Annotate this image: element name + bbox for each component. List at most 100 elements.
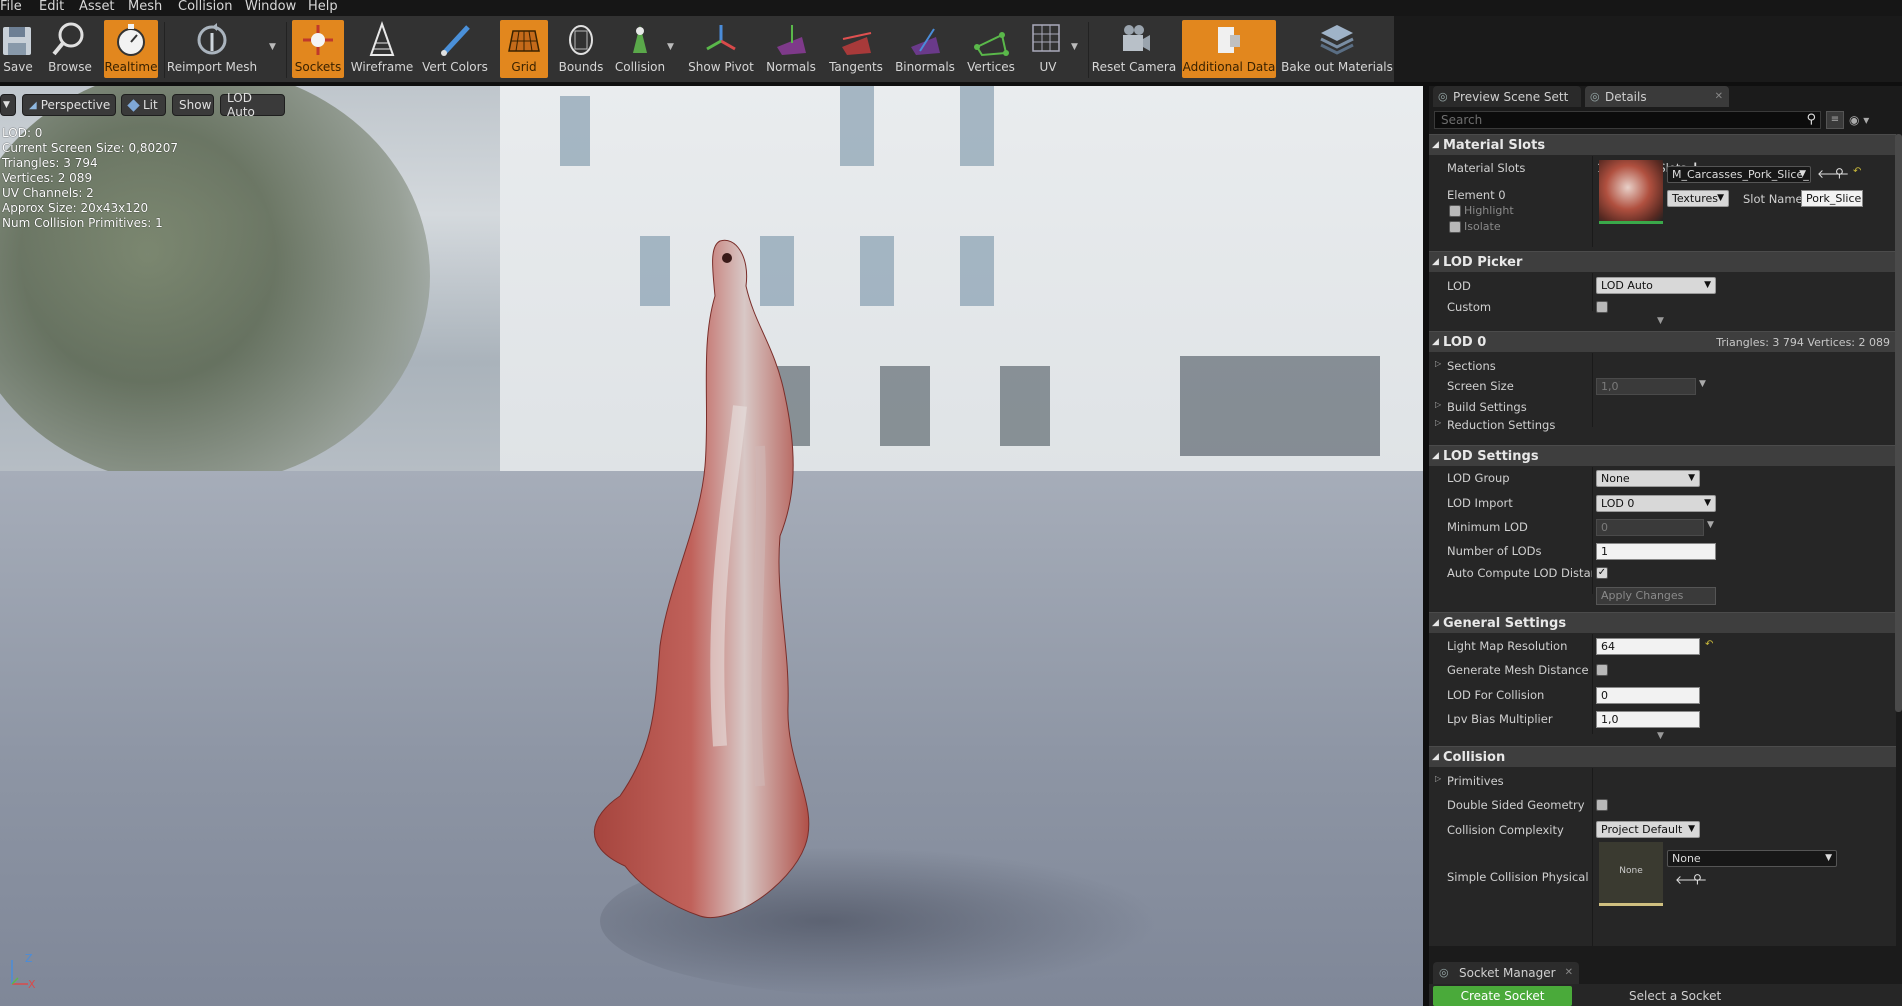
custom-checkbox[interactable] — [1596, 301, 1608, 313]
reset-to-default-icon[interactable]: ↶ — [1705, 639, 1713, 650]
menu-window[interactable]: Window — [245, 0, 296, 14]
vertices-button[interactable]: Vertices — [964, 20, 1018, 78]
lod-combo[interactable]: LOD Auto ▼ — [1596, 277, 1716, 294]
viewport-stats: LOD: 0 Current Screen Size: 0,80207 Tria… — [2, 126, 178, 231]
category-collision[interactable]: ◢ Collision — [1429, 746, 1896, 767]
search-icon — [52, 22, 84, 56]
generate-mesh-distance-field-checkbox[interactable] — [1596, 664, 1608, 676]
tab-preview-scene-settings[interactable]: ◎ Preview Scene Sett — [1433, 86, 1581, 107]
isolate-checkbox[interactable] — [1449, 221, 1461, 233]
reimport-mesh-button[interactable]: Reimport Mesh — [167, 20, 257, 78]
tab-details[interactable]: ◎ Details ✕ — [1585, 86, 1729, 107]
expand-reduction-settings-icon[interactable]: ▷ — [1435, 418, 1441, 427]
create-socket-button[interactable]: Create Socket — [1433, 986, 1572, 1006]
slot-name-input[interactable]: Pork_Slice — [1801, 190, 1863, 207]
material-combo[interactable]: M_Carcasses_Pork_Slice_ ▼ — [1667, 166, 1811, 183]
menu-mesh[interactable]: Mesh — [128, 0, 162, 14]
auto-compute-lod-distance-checkbox[interactable]: ✓ — [1596, 567, 1608, 579]
camera-icon — [1123, 25, 1150, 51]
save-button[interactable]: Save — [0, 20, 36, 78]
browse-physmat-icon[interactable]: ⚲ — [1693, 872, 1702, 886]
sections-label[interactable]: Sections — [1447, 359, 1496, 373]
details-search-input[interactable]: Search ⚲ — [1434, 111, 1821, 129]
menu-help[interactable]: Help — [308, 0, 338, 14]
sockets-button[interactable]: Sockets — [292, 20, 344, 78]
browse-button[interactable]: Browse — [46, 20, 94, 78]
details-scrollbar[interactable] — [1895, 134, 1902, 712]
material-thumbnail[interactable] — [1599, 160, 1663, 224]
physical-material-thumbnail[interactable]: None — [1599, 842, 1663, 906]
reset-material-icon[interactable]: ↶ — [1853, 166, 1861, 177]
lit-view-mode-button[interactable]: Lit — [121, 94, 166, 116]
normals-button[interactable]: Normals — [764, 20, 818, 78]
highlight-checkbox[interactable] — [1449, 205, 1461, 217]
number-of-lods-label: Number of LODs — [1447, 544, 1542, 558]
lod-group-combo[interactable]: None ▼ — [1596, 470, 1700, 487]
minimum-lod-dropdown-icon[interactable]: ▼ — [1707, 520, 1714, 530]
minimum-lod-input[interactable]: 0 — [1596, 519, 1704, 536]
light-map-resolution-input[interactable]: 64 — [1596, 638, 1700, 655]
use-selected-arrow-icon[interactable]: 🡐 — [1817, 166, 1849, 181]
menu-asset[interactable]: Asset — [79, 0, 115, 14]
browse-material-icon[interactable]: ⚲ — [1835, 166, 1844, 180]
menu-file[interactable]: File — [0, 0, 22, 14]
build-settings-label[interactable]: Build Settings — [1447, 400, 1527, 414]
tab-socket-manager[interactable]: ◎ Socket Manager ✕ — [1433, 962, 1579, 984]
close-tab-icon[interactable]: ✕ — [1565, 962, 1573, 984]
collision-complexity-combo[interactable]: Project Default ▼ — [1596, 821, 1700, 838]
reimport-dropdown-icon[interactable]: ▼ — [269, 42, 276, 52]
lod-for-collision-input[interactable]: 0 — [1596, 687, 1700, 704]
expand-sections-icon[interactable]: ▷ — [1435, 359, 1441, 368]
expand-advanced-icon[interactable]: ▼ — [1657, 731, 1664, 741]
uv-button[interactable]: UV — [1026, 20, 1070, 78]
uv-dropdown-icon[interactable]: ▼ — [1071, 42, 1078, 52]
double-sided-geometry-checkbox[interactable] — [1596, 799, 1608, 811]
view-options-icon[interactable]: ≡ — [1826, 111, 1844, 129]
cube-icon — [127, 98, 140, 112]
expand-build-settings-icon[interactable]: ▷ — [1435, 400, 1441, 409]
apply-changes-button[interactable]: Apply Changes — [1596, 587, 1716, 605]
wireframe-button[interactable]: Wireframe — [351, 20, 413, 78]
primitives-label[interactable]: Primitives — [1447, 774, 1504, 788]
category-lod-picker[interactable]: ◢ LOD Picker — [1429, 251, 1896, 272]
show-button[interactable]: Show — [172, 94, 214, 116]
realtime-button[interactable]: Realtime — [104, 20, 158, 78]
tangents-button[interactable]: Tangents — [826, 20, 886, 78]
number-of-lods-input[interactable]: 1 — [1596, 543, 1716, 560]
expand-primitives-icon[interactable]: ▷ — [1435, 774, 1441, 783]
bake-out-materials-button[interactable]: Bake out Materials — [1281, 20, 1393, 78]
close-tab-icon[interactable]: ✕ — [1715, 91, 1723, 102]
category-lod-0[interactable]: ◢ LOD 0 Triangles: 3 794 Vertices: 2 089 — [1429, 331, 1896, 352]
reduction-settings-label[interactable]: Reduction Settings — [1447, 418, 1555, 432]
perspective-button[interactable]: ◢ Perspective — [22, 94, 116, 116]
bounds-button[interactable]: Bounds — [556, 20, 606, 78]
use-selected-arrow-icon[interactable]: 🡐 — [1675, 872, 1707, 887]
show-pivot-button[interactable]: Show Pivot — [686, 20, 756, 78]
category-lod-settings[interactable]: ◢ LOD Settings — [1429, 445, 1896, 466]
collision-dropdown-icon[interactable]: ▼ — [667, 42, 674, 52]
collision-button[interactable]: Collision — [614, 20, 666, 78]
screen-size-dropdown-icon[interactable]: ▼ — [1699, 379, 1706, 389]
visibility-eye-icon[interactable]: ◉ ▾ — [1849, 111, 1889, 129]
category-general-settings[interactable]: ◢ General Settings — [1429, 612, 1896, 633]
additional-data-button[interactable]: Additional Data — [1182, 20, 1276, 78]
menu-collision[interactable]: Collision — [178, 0, 232, 14]
binormals-button[interactable]: Binormals — [894, 20, 956, 78]
screen-size-input[interactable]: 1,0 — [1596, 378, 1696, 395]
mesh-viewport[interactable]: ▼ ◢ Perspective Lit Show LOD Auto LOD: 0… — [0, 86, 1423, 1006]
expand-advanced-icon[interactable]: ▼ — [1657, 316, 1664, 326]
additional-data-icon — [1218, 27, 1240, 53]
vert-colors-button[interactable]: Vert Colors — [422, 20, 488, 78]
pork-carcass-mesh[interactable] — [560, 146, 860, 966]
viewport-options-dropdown[interactable]: ▼ — [0, 94, 16, 116]
menu-edit[interactable]: Edit — [39, 0, 64, 14]
textures-combo[interactable]: Textures ▼ — [1667, 190, 1729, 207]
collapse-arrow-icon: ◢ — [1432, 337, 1439, 347]
lod-auto-button[interactable]: LOD Auto — [220, 91, 285, 119]
reset-camera-button[interactable]: Reset Camera — [1092, 20, 1176, 78]
lod-import-combo[interactable]: LOD 0 ▼ — [1596, 495, 1716, 512]
grid-button[interactable]: Grid — [500, 20, 548, 78]
lpv-bias-multiplier-slider[interactable]: 1,0 — [1596, 711, 1700, 728]
category-material-slots[interactable]: ◢ Material Slots — [1429, 134, 1896, 155]
physical-material-combo[interactable]: None ▼ — [1667, 850, 1837, 867]
